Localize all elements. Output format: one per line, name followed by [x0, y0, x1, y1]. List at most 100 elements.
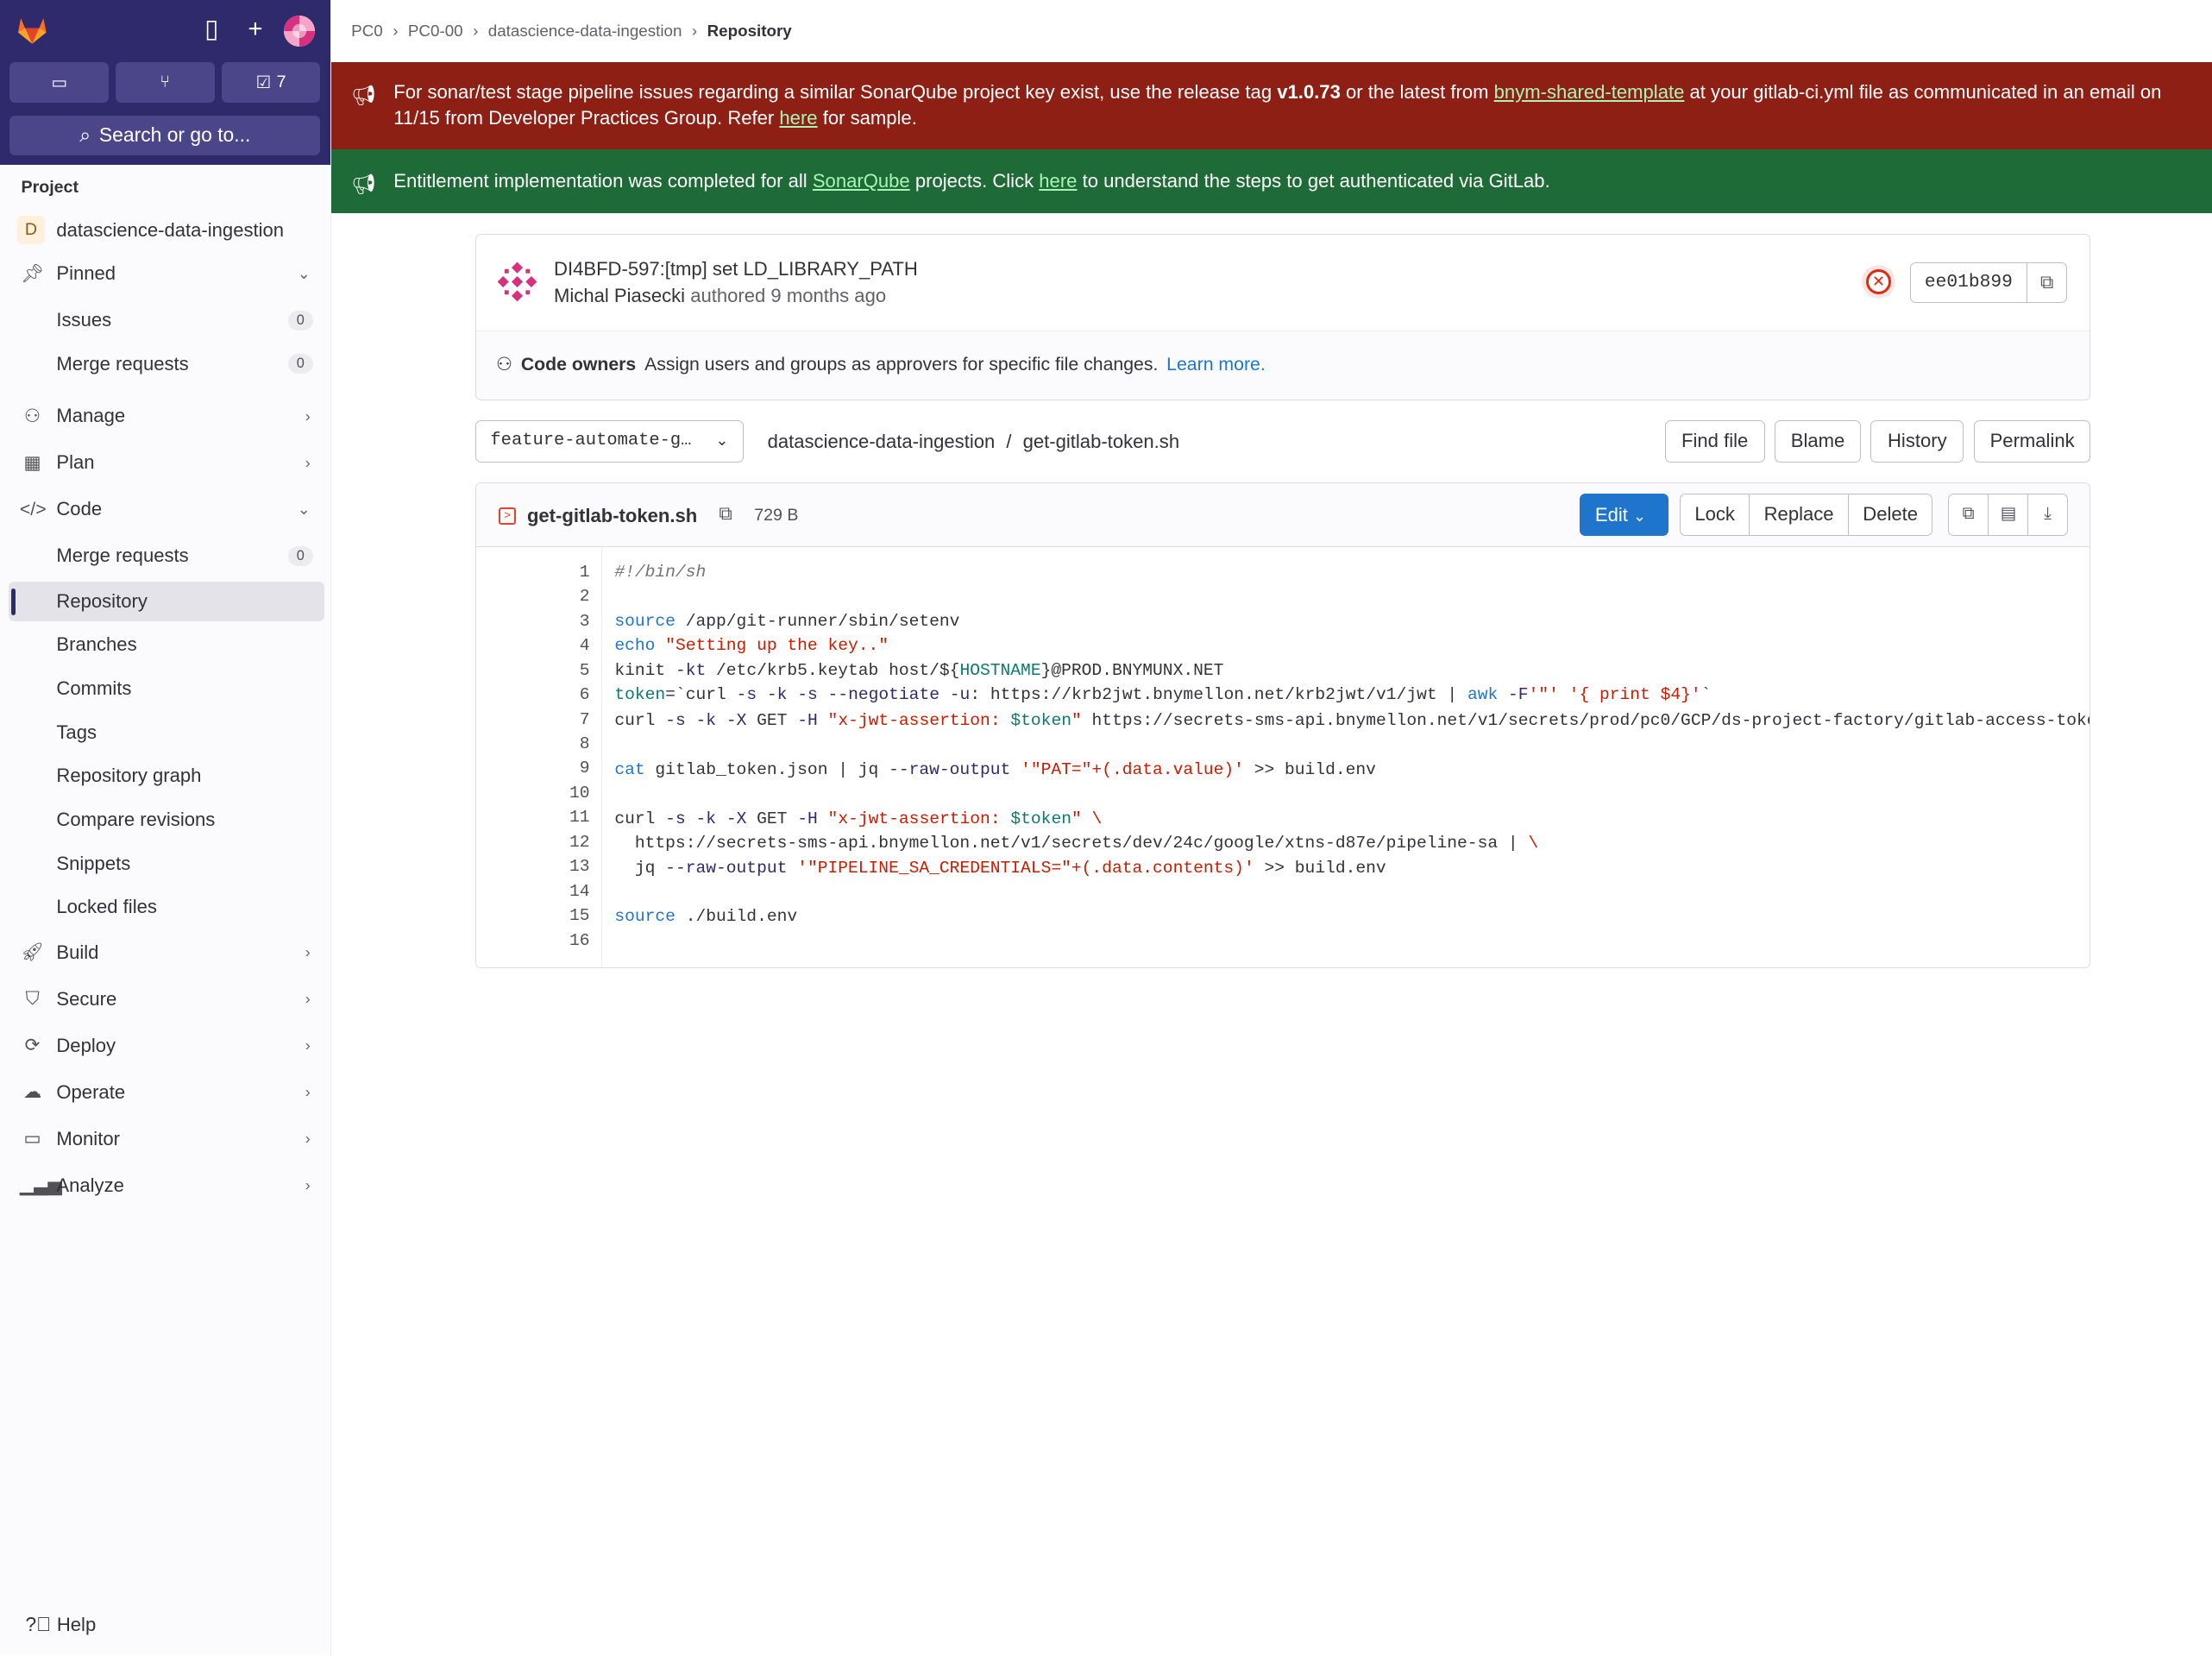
line-number[interactable]: 11 — [569, 808, 590, 827]
breadcrumb-item[interactable]: datascience-data-ingestion — [488, 22, 682, 41]
chevron-right-icon: › — [305, 453, 311, 471]
help-icon: ?⃝ — [25, 1613, 52, 1636]
raw-file-icon[interactable]: ▤ — [1988, 494, 2027, 535]
sidebar-item-plan[interactable]: ▦ Plan › — [9, 443, 324, 482]
repo-toolbar: feature-automate-g… ⌄ datascience-data-in… — [475, 420, 2091, 463]
sidebar-item-code[interactable]: </> Code ⌄ — [9, 489, 324, 529]
megaphone-icon: 📢︎ — [351, 172, 377, 195]
main-content: PC0 › PC0-00 › datascience-data-ingestion ›… — [331, 0, 2212, 1655]
sidebar-item-analyze[interactable]: ▁▃▅ Analyze › — [9, 1166, 324, 1206]
sonarqube-link[interactable]: SonarQube — [813, 170, 910, 192]
sidebar-item-label: Secure — [56, 987, 117, 1010]
line-number[interactable]: 14 — [569, 882, 590, 901]
sidebar-item-tags[interactable]: Tags — [9, 713, 324, 752]
line-number[interactable]: 4 — [580, 636, 590, 655]
sidebar-item-manage[interactable]: ⚇ Manage › — [9, 397, 324, 437]
delete-button[interactable]: Delete — [1847, 494, 1932, 535]
sidebar-item-locked-files[interactable]: Locked files — [9, 888, 324, 928]
sidebar-item-secure[interactable]: ⛉ Secure › — [9, 979, 324, 1019]
sidebar-item-label: Pinned — [56, 262, 116, 285]
line-number[interactable]: 6 — [580, 685, 590, 704]
file-header: > get-gitlab-token.sh ⧉ 729 B Edit ⌄ Loc… — [476, 483, 2090, 547]
copy-path-icon[interactable]: ⧉ — [719, 503, 732, 525]
line-number[interactable]: 1 — [580, 563, 590, 582]
learn-more-link[interactable]: Learn more. — [1166, 354, 1266, 375]
user-avatar[interactable] — [283, 15, 315, 47]
blob-viewer: > get-gitlab-token.sh ⧉ 729 B Edit ⌄ Loc… — [475, 482, 2091, 968]
auth-steps-link[interactable]: here — [1039, 170, 1077, 192]
template-link[interactable]: bnym-shared-template — [1494, 81, 1685, 103]
chevron-right-icon: › — [305, 1130, 311, 1148]
sidebar-item-deploy[interactable]: ⟳ Deploy › — [9, 1026, 324, 1066]
sidebar-item-label: Monitor — [56, 1127, 120, 1149]
gitlab-logo-icon[interactable] — [14, 11, 51, 48]
count-badge: 0 — [287, 545, 314, 566]
file-tools-group: ⧉ ▤ ⤓ — [1947, 493, 2069, 536]
copy-contents-icon[interactable]: ⧉ — [1949, 494, 1989, 535]
commit-title[interactable]: DI4BFD-597:[tmp] set LD_LIBRARY_PATH — [554, 258, 918, 280]
path-file[interactable]: get-gitlab-token.sh — [1023, 431, 1180, 453]
sidebar-toggle-icon[interactable]: ▯ — [198, 15, 226, 44]
banner-text: For sonar/test stage pipeline issues reg… — [393, 80, 1278, 103]
line-number[interactable]: 8 — [580, 734, 590, 753]
author-avatar[interactable] — [496, 261, 538, 303]
count-badge: 0 — [287, 310, 314, 331]
sidebar-item-operate[interactable]: ☁ Operate › — [9, 1073, 324, 1112]
sidebar-item-repository-graph[interactable]: Repository graph — [9, 757, 324, 797]
line-number[interactable]: 5 — [580, 661, 590, 680]
todos-counter-button[interactable]: ☑ 7 — [221, 61, 321, 104]
plus-icon[interactable]: + — [242, 15, 270, 44]
breadcrumb-item[interactable]: PC0 — [351, 22, 383, 41]
sidebar-item-snippets[interactable]: Snippets — [9, 844, 324, 884]
sample-link[interactable]: here — [779, 107, 817, 129]
issues-counter-button[interactable]: ▭ — [9, 61, 109, 104]
sidebar-item-monitor[interactable]: ▭ Monitor › — [9, 1119, 324, 1159]
code-area[interactable]: 1 2 3 4 5 6 7 8 9 10 11 12 13 14 15 16 #!/bin/sh source… — [476, 546, 2089, 967]
commit-author[interactable]: Michal Piasecki — [554, 285, 685, 306]
todo-count: 7 — [276, 72, 286, 92]
line-number[interactable]: 2 — [580, 587, 590, 606]
history-button[interactable]: History — [1870, 420, 1964, 463]
sidebar-item-pinned[interactable]: 📌︎ Pinned ⌄ — [9, 254, 324, 293]
search-button[interactable]: ⌕ Search or go to... — [9, 116, 321, 155]
line-number[interactable]: 13 — [569, 857, 590, 876]
download-icon[interactable]: ⤓ — [2027, 494, 2067, 535]
line-number[interactable]: 12 — [569, 833, 590, 852]
replace-button[interactable]: Replace — [1749, 494, 1848, 535]
chevron-right-icon: › — [305, 1036, 311, 1055]
sidebar-item-commits[interactable]: Commits — [9, 669, 324, 708]
sidebar-item-branches[interactable]: Branches — [9, 625, 324, 664]
line-number[interactable]: 7 — [580, 710, 590, 729]
line-number[interactable]: 10 — [569, 784, 590, 803]
sidebar-item-compare-revisions[interactable]: Compare revisions — [9, 800, 324, 840]
breadcrumb-item[interactable]: PC0-00 — [408, 22, 463, 41]
line-number[interactable]: 15 — [569, 906, 590, 925]
lock-button[interactable]: Lock — [1681, 494, 1749, 535]
sidebar-item-build[interactable]: 🚀︎ Build › — [9, 933, 324, 973]
branch-selector[interactable]: feature-automate-g… ⌄ — [475, 420, 744, 463]
todo-icon: ☑ — [255, 72, 272, 92]
code-line: source ./build.env — [614, 906, 798, 926]
sidebar-item-code-merge-requests[interactable]: Merge requests 0 — [9, 536, 324, 576]
permalink-button[interactable]: Permalink — [1973, 420, 2091, 463]
find-file-button[interactable]: Find file — [1664, 420, 1765, 463]
pipeline-failed-icon[interactable]: ✕ — [1865, 268, 1892, 295]
sidebar-project-link[interactable]: D datascience-data-ingestion — [9, 211, 324, 250]
line-number[interactable]: 9 — [580, 759, 590, 778]
sidebar-item-issues[interactable]: Issues 0 — [9, 300, 324, 340]
sidebar-item-repository[interactable]: Repository — [8, 581, 325, 621]
help-button[interactable]: ?⃝ Help — [25, 1613, 96, 1636]
merge-requests-counter-button[interactable]: ⑂ — [116, 61, 215, 104]
copy-icon[interactable]: ⧉ — [2027, 262, 2066, 302]
rocket-icon: 🚀︎ — [21, 941, 45, 963]
line-number[interactable]: 3 — [580, 612, 590, 631]
path-repo-link[interactable]: datascience-data-ingestion — [768, 431, 996, 453]
blame-button[interactable]: Blame — [1775, 420, 1861, 463]
commit-sha[interactable]: ee01b899 — [1911, 263, 2027, 302]
line-number[interactable]: 16 — [569, 931, 590, 950]
edit-dropdown-button[interactable]: Edit ⌄ — [1579, 493, 1668, 536]
sidebar-item-merge-requests[interactable]: Merge requests 0 — [9, 344, 324, 384]
code-owners-label: Code owners — [520, 353, 637, 375]
breadcrumb-separator: › — [393, 21, 399, 40]
code-line: jq --raw-output '"PIPELINE_SA_CREDENTIAL… — [614, 859, 1386, 878]
